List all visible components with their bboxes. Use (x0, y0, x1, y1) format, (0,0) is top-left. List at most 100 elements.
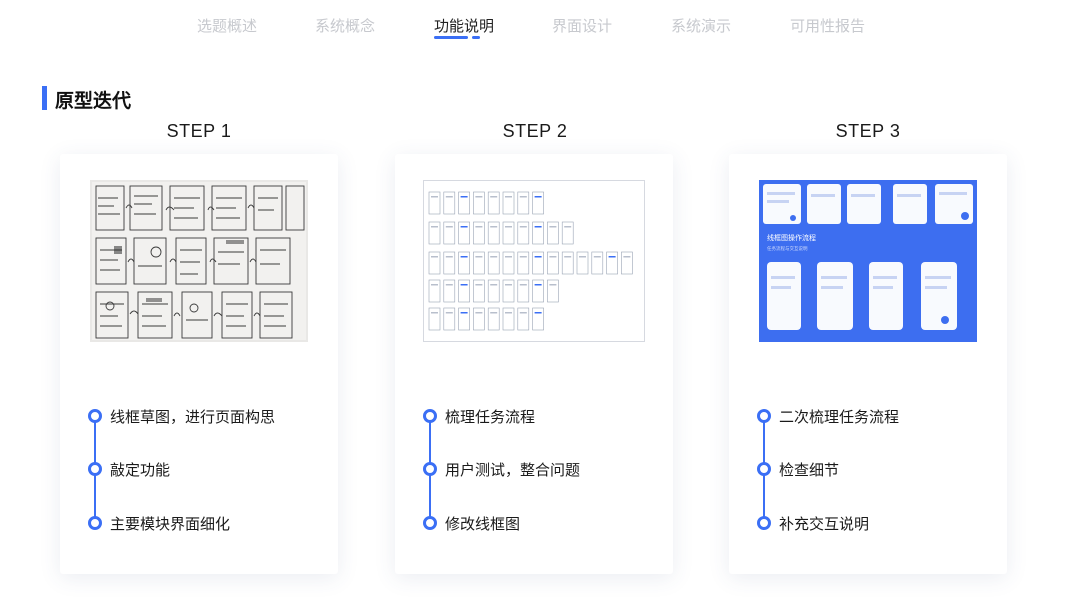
wireframe-screen-thumb (606, 251, 618, 275)
wireframe-line (431, 284, 438, 286)
wireframe-line (579, 256, 586, 258)
wireframe-line (549, 226, 557, 228)
checklist-item-label: 梳理任务流程 (445, 407, 536, 426)
wireframe-grid-illustration (423, 180, 645, 342)
timeline-dot-icon (88, 462, 102, 476)
wireframe-line (445, 312, 453, 314)
wireframe-line (445, 226, 453, 228)
wireframe-screen-thumb (443, 221, 456, 245)
wireframe-screen-thumb (532, 221, 544, 245)
wireframe-screen-thumb (517, 307, 530, 331)
wireframe-screen-thumb (502, 191, 515, 215)
wireframe-line (475, 226, 483, 228)
wireframe-screen-thumb (428, 279, 441, 303)
nav-tab-overview[interactable]: 选题概述 (197, 15, 257, 36)
wireframe-line (505, 312, 512, 314)
wireframe-screen-thumb (532, 279, 544, 303)
wireframe-line (519, 312, 527, 314)
wireframe-screen-thumb (458, 279, 470, 303)
wireframe-screen-thumb (473, 307, 485, 331)
wireframe-line (534, 226, 542, 228)
wireframe-screen-thumb (517, 191, 530, 215)
wireframe-screen-thumb (502, 279, 515, 303)
wireframe-line (490, 256, 498, 258)
wireframe-line (445, 256, 453, 258)
wireframe-line (608, 256, 616, 258)
wireframe-line (623, 256, 631, 258)
checklist-item: 线框草图，进行页面构思 (88, 406, 275, 426)
flow-diagram-illustration: 线框图操作流程 任务流程与交互说明 (759, 180, 977, 342)
wireframe-screen-thumb (443, 279, 456, 303)
checklist-item-label: 主要模块界面细化 (110, 514, 231, 533)
wireframe-line (505, 196, 512, 198)
wireframe-line (534, 256, 542, 258)
timeline-dot-icon (88, 516, 102, 530)
wireframe-screen-thumb (576, 251, 589, 275)
checklist-item-label: 二次梳理任务流程 (779, 407, 900, 426)
step-3-flow-image: 线框图操作流程 任务流程与交互说明 (759, 180, 977, 342)
nav-tab-concept[interactable]: 系统概念 (315, 15, 375, 36)
wireframe-screen-thumb (458, 191, 470, 215)
wireframe-screen-thumb (532, 307, 544, 331)
wireframe-line (460, 256, 468, 258)
checklist-item: 主要模块界面细化 (88, 513, 230, 533)
wireframe-line (475, 196, 483, 198)
timeline-dot-icon (757, 409, 771, 423)
wireframe-line (593, 256, 601, 258)
nav-tab-demo[interactable]: 系统演示 (671, 15, 731, 36)
sketch-illustration (90, 180, 308, 342)
wireframe-line (549, 256, 557, 258)
active-tab-indicator (434, 36, 468, 39)
flow-image-subheading: 任务流程与交互说明 (767, 245, 808, 252)
wireframe-line (460, 226, 468, 228)
step-3-checklist: 二次梳理任务流程 检查细节 补充交互说明 (757, 406, 997, 533)
timeline-dot-icon (88, 409, 102, 423)
wireframe-screen-thumb (443, 191, 456, 215)
wireframe-screen-thumb (487, 191, 500, 215)
checklist-item-label: 线框草图，进行页面构思 (110, 407, 276, 426)
wireframe-line (431, 196, 438, 198)
wireframe-line (564, 226, 572, 228)
wireframe-screen-thumb (532, 251, 544, 275)
wireframe-line (490, 226, 498, 228)
wireframe-screen-thumb (532, 191, 544, 215)
section-accent-bar (42, 86, 47, 110)
wireframe-line (505, 256, 512, 258)
wireframe-screen-thumb (517, 221, 530, 245)
wireframe-line (431, 256, 438, 258)
nav-tab-ui-design[interactable]: 界面设计 (552, 15, 612, 36)
checklist-item: 梳理任务流程 (423, 406, 535, 426)
step-1-sketch-image (90, 180, 308, 342)
step-3-title: STEP 3 (835, 121, 901, 141)
checklist-item-label: 检查细节 (779, 460, 840, 479)
wireframe-line (445, 284, 453, 286)
wireframe-line (534, 196, 542, 198)
wireframe-line (475, 284, 483, 286)
wireframe-line (519, 226, 527, 228)
wireframe-screen-thumb (502, 307, 515, 331)
step-2-card: 梳理任务流程 用户测试，整合问题 修改线框图 (395, 154, 673, 574)
wireframe-screen-thumb (458, 251, 470, 275)
wireframe-screen-thumb (443, 251, 456, 275)
nav-tab-features[interactable]: 功能说明 (434, 15, 494, 36)
wireframe-line (505, 284, 512, 286)
wireframe-screen-thumb (517, 279, 530, 303)
wireframe-screen-thumb (502, 251, 515, 275)
wireframe-screen-thumb (621, 251, 633, 275)
wireframe-screen-thumb (561, 221, 574, 245)
wireframe-screen-thumb (487, 279, 500, 303)
checklist-item: 二次梳理任务流程 (757, 406, 899, 426)
step-2-checklist: 梳理任务流程 用户测试，整合问题 修改线框图 (423, 406, 663, 533)
wireframe-line (519, 284, 527, 286)
checklist-item: 敲定功能 (88, 459, 170, 479)
flow-image-heading: 线框图操作流程 (767, 233, 816, 242)
nav-tab-usability-report[interactable]: 可用性报告 (790, 15, 865, 36)
wireframe-screen-thumb (502, 221, 515, 245)
wireframe-line (460, 196, 468, 198)
wireframe-screen-thumb (428, 307, 441, 331)
wireframe-screen-thumb (487, 251, 500, 275)
checklist-item: 修改线框图 (423, 513, 520, 533)
wireframe-screen-thumb (428, 221, 441, 245)
wireframe-line (431, 226, 438, 228)
timeline-dot-icon (423, 409, 437, 423)
